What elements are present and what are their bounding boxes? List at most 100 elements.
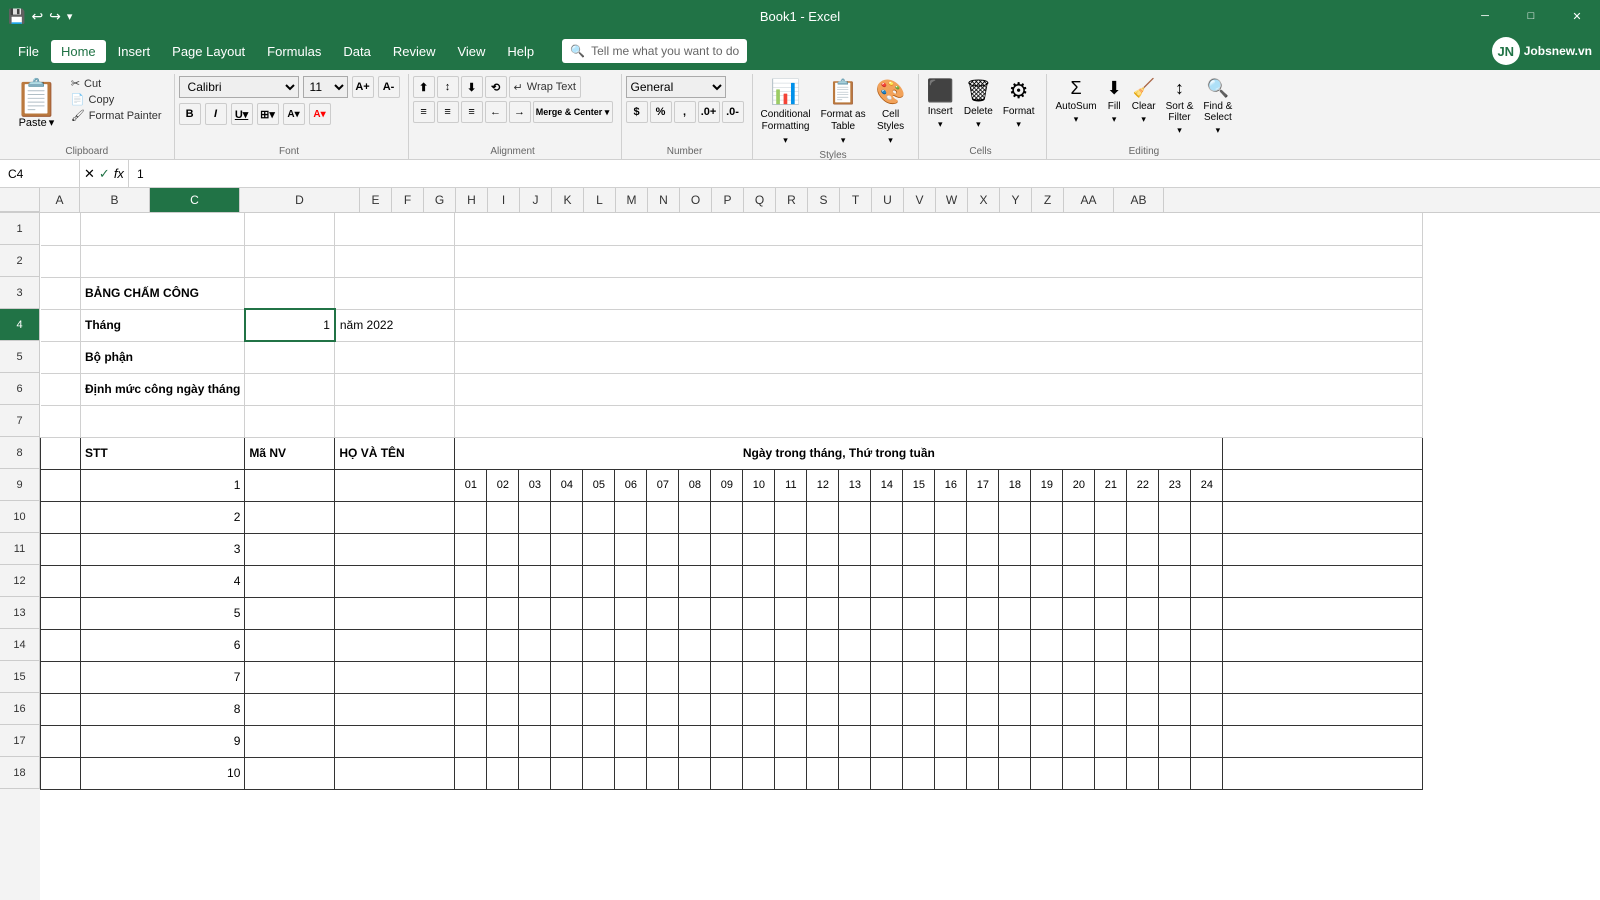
border-button[interactable]: ⊞▾ bbox=[257, 103, 279, 125]
cell-E7-rest[interactable] bbox=[455, 405, 1423, 437]
cell-styles-button[interactable]: 🎨 CellStyles ▾ bbox=[872, 76, 910, 148]
font-shrink-button[interactable]: A- bbox=[378, 76, 400, 98]
number-format-select[interactable]: General bbox=[626, 76, 726, 98]
autosum-button[interactable]: Σ AutoSum ▾ bbox=[1051, 76, 1100, 127]
copy-button[interactable]: 📄 Copy bbox=[67, 92, 166, 107]
cell-day-10[interactable]: 10 bbox=[743, 469, 775, 501]
cell-day-23[interactable]: 23 bbox=[1159, 469, 1191, 501]
comma-button[interactable]: , bbox=[674, 101, 696, 123]
cell-day-03[interactable]: 03 bbox=[519, 469, 551, 501]
row-num-8[interactable]: 8 bbox=[0, 437, 40, 469]
menu-file[interactable]: File bbox=[8, 40, 49, 63]
col-header-W[interactable]: W bbox=[936, 188, 968, 212]
fill-button[interactable]: ⬇ Fill ▾ bbox=[1103, 76, 1126, 127]
cell-B2[interactable] bbox=[81, 245, 245, 277]
cell-D2[interactable] bbox=[335, 245, 455, 277]
cell-C7[interactable] bbox=[245, 405, 335, 437]
cell-C4[interactable]: 1 bbox=[245, 309, 335, 341]
col-header-AA[interactable]: AA bbox=[1064, 188, 1114, 212]
cell-D5[interactable] bbox=[335, 341, 455, 373]
font-grow-button[interactable]: A+ bbox=[352, 76, 374, 98]
cell-day-18[interactable]: 18 bbox=[999, 469, 1031, 501]
menu-insert[interactable]: Insert bbox=[108, 40, 161, 63]
col-header-E[interactable]: E bbox=[360, 188, 392, 212]
cell-B8[interactable]: STT bbox=[81, 437, 245, 469]
row-num-5[interactable]: 5 bbox=[0, 341, 40, 373]
col-header-J[interactable]: J bbox=[520, 188, 552, 212]
cell-C2[interactable] bbox=[245, 245, 335, 277]
cell-day-12[interactable]: 12 bbox=[807, 469, 839, 501]
cell-day-04[interactable]: 04 bbox=[551, 469, 583, 501]
cell-day-17[interactable]: 17 bbox=[967, 469, 999, 501]
percent-button[interactable]: % bbox=[650, 101, 672, 123]
cancel-formula-icon[interactable]: ✕ bbox=[84, 166, 95, 182]
align-left-button[interactable]: ≡ bbox=[413, 101, 435, 123]
bold-button[interactable]: B bbox=[179, 103, 201, 125]
cell-E3-rest[interactable] bbox=[455, 277, 1423, 309]
cell-day-24[interactable]: 24 bbox=[1191, 469, 1223, 501]
col-header-S[interactable]: S bbox=[808, 188, 840, 212]
row-num-9[interactable]: 9 bbox=[0, 469, 40, 501]
col-header-N[interactable]: N bbox=[648, 188, 680, 212]
col-header-T[interactable]: T bbox=[840, 188, 872, 212]
cell-extra9[interactable] bbox=[1223, 469, 1423, 501]
cell-day-07[interactable]: 07 bbox=[647, 469, 679, 501]
col-header-C[interactable]: C bbox=[150, 188, 240, 212]
format-button[interactable]: ⚙ Format ▾ bbox=[999, 76, 1039, 132]
col-header-Q[interactable]: Q bbox=[744, 188, 776, 212]
row-num-3[interactable]: 3 bbox=[0, 277, 40, 309]
col-header-Y[interactable]: Y bbox=[1000, 188, 1032, 212]
row-num-12[interactable]: 12 bbox=[0, 565, 40, 597]
format-as-table-button[interactable]: 📋 Format asTable ▾ bbox=[817, 76, 870, 148]
cell-day-02[interactable]: 02 bbox=[487, 469, 519, 501]
window-controls[interactable]: ─ □ ✕ bbox=[1462, 0, 1600, 32]
insert-button[interactable]: ⬛ Insert ▾ bbox=[923, 76, 958, 132]
cell-reference-box[interactable]: C4 bbox=[0, 160, 80, 187]
col-header-M[interactable]: M bbox=[616, 188, 648, 212]
row-num-13[interactable]: 13 bbox=[0, 597, 40, 629]
cell-C3[interactable] bbox=[245, 277, 335, 309]
formula-input[interactable] bbox=[129, 160, 1600, 187]
redo-icon[interactable]: ↪ bbox=[49, 8, 61, 25]
menu-review[interactable]: Review bbox=[383, 40, 446, 63]
cell-A7[interactable] bbox=[41, 405, 81, 437]
col-header-V[interactable]: V bbox=[904, 188, 936, 212]
cell-A6[interactable] bbox=[41, 373, 81, 405]
menu-home[interactable]: Home bbox=[51, 40, 106, 63]
align-middle-button[interactable]: ↕ bbox=[437, 76, 459, 98]
col-header-A[interactable]: A bbox=[40, 188, 80, 212]
row-num-2[interactable]: 2 bbox=[0, 245, 40, 277]
quick-access-toolbar[interactable]: 💾 ↩ ↪ ▾ bbox=[8, 8, 72, 25]
cell-day-05[interactable]: 05 bbox=[583, 469, 615, 501]
col-header-I[interactable]: I bbox=[488, 188, 520, 212]
underline-button[interactable]: U▾ bbox=[231, 103, 253, 125]
cell-extra8[interactable] bbox=[1223, 437, 1423, 469]
cell-B5[interactable]: Bộ phận bbox=[81, 341, 245, 373]
cell-B10[interactable]: 2 bbox=[81, 501, 245, 533]
customize-icon[interactable]: ▾ bbox=[67, 10, 73, 23]
row-num-6[interactable]: 6 bbox=[0, 373, 40, 405]
align-top-button[interactable]: ⬆ bbox=[413, 76, 435, 98]
col-header-D[interactable]: D bbox=[240, 188, 360, 212]
italic-button[interactable]: I bbox=[205, 103, 227, 125]
undo-icon[interactable]: ↩ bbox=[31, 8, 43, 25]
cell-D10[interactable] bbox=[335, 501, 455, 533]
search-bar[interactable]: 🔍 Tell me what you want to do bbox=[562, 39, 747, 63]
save-icon[interactable]: 💾 bbox=[8, 8, 25, 25]
cell-A11[interactable] bbox=[41, 533, 81, 565]
font-size-select[interactable]: 11 bbox=[303, 76, 348, 98]
col-header-AB[interactable]: AB bbox=[1114, 188, 1164, 212]
cell-D1[interactable] bbox=[335, 213, 455, 245]
cell-A8[interactable] bbox=[41, 437, 81, 469]
maximize-button[interactable]: □ bbox=[1508, 0, 1554, 32]
cell-day-11[interactable]: 11 bbox=[775, 469, 807, 501]
cell-E10[interactable] bbox=[455, 501, 487, 533]
row-num-17[interactable]: 17 bbox=[0, 725, 40, 757]
col-header-H[interactable]: H bbox=[456, 188, 488, 212]
cell-B11[interactable]: 3 bbox=[81, 533, 245, 565]
indent-decrease-button[interactable]: ← bbox=[485, 101, 507, 123]
cell-D4[interactable]: năm 2022 bbox=[335, 309, 455, 341]
align-center-button[interactable]: ≡ bbox=[437, 101, 459, 123]
col-header-X[interactable]: X bbox=[968, 188, 1000, 212]
accounting-button[interactable]: $ bbox=[626, 101, 648, 123]
